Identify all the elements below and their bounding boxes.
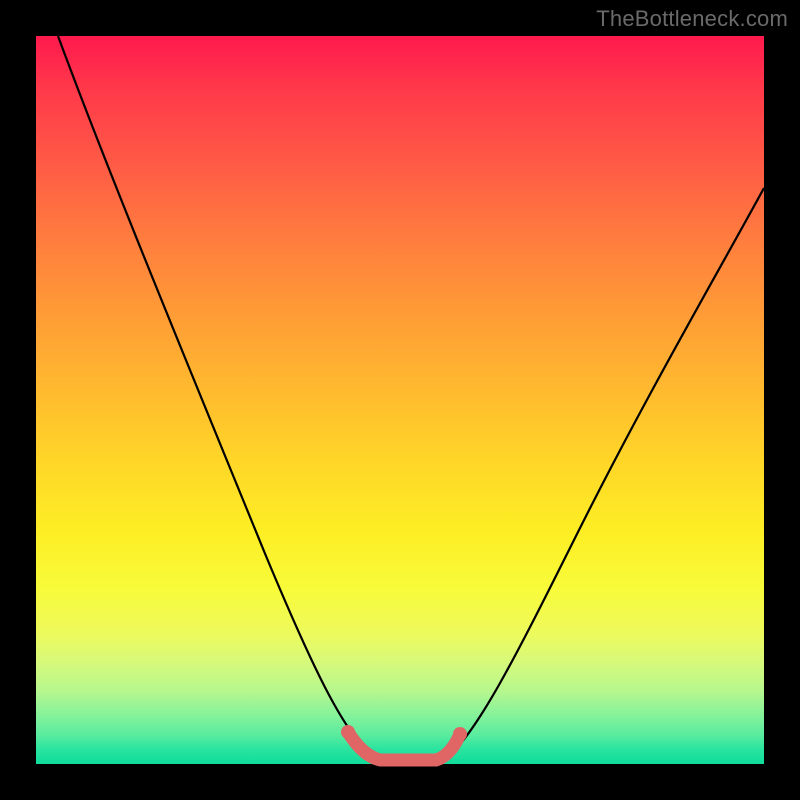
highlight-dot-left xyxy=(341,725,355,739)
right-curve xyxy=(444,188,764,760)
highlight-dot-right xyxy=(453,727,467,741)
left-curve xyxy=(58,36,376,760)
bottom-highlight xyxy=(348,732,460,760)
outer-frame: TheBottleneck.com xyxy=(0,0,800,800)
plot-area xyxy=(36,36,764,764)
watermark-text: TheBottleneck.com xyxy=(596,6,788,32)
chart-svg xyxy=(36,36,764,764)
